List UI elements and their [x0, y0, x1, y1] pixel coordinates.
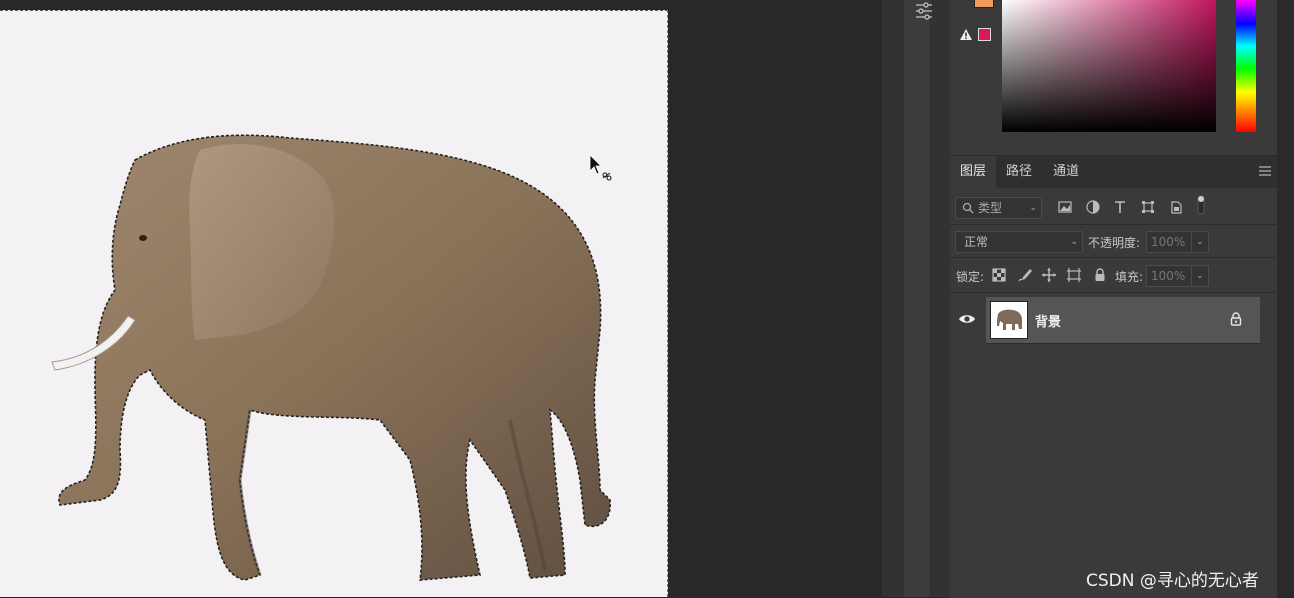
canvas-area[interactable]	[0, 0, 882, 597]
layer-filter-row: 类型 ⌄	[950, 190, 1277, 225]
opacity-value: 100%	[1151, 235, 1186, 249]
blend-mode-select[interactable]: 正常 ⌄	[955, 231, 1083, 253]
lock-row: 锁定: 填充: 100% ⌄	[950, 258, 1277, 293]
hue-slider[interactable]	[1236, 0, 1256, 132]
foreground-color-swatch[interactable]	[974, 0, 994, 8]
chevron-down-icon: ⌄	[1070, 237, 1078, 247]
type-layer-filter-icon[interactable]	[1112, 199, 1128, 215]
filter-type-select[interactable]: 类型 ⌄	[955, 197, 1042, 219]
layers-panel: 图层 路径 通道 类型 ⌄ 正常 ⌄ 不透明度: 100% ⌄ 锁定: 填充: …	[950, 155, 1277, 598]
chevron-down-icon: ⌄	[1029, 203, 1037, 213]
adjustments-icon[interactable]	[912, 0, 936, 22]
tab-paths[interactable]: 路径	[996, 156, 1042, 188]
lock-position-icon[interactable]	[1041, 267, 1057, 283]
selection-edge-right	[666, 10, 668, 597]
elephant-body	[58, 134, 611, 581]
icon-strip-column	[904, 0, 930, 597]
filter-type-label: 类型	[978, 201, 1003, 215]
window-right-edge	[1277, 0, 1294, 597]
lock-label: 锁定:	[956, 270, 985, 284]
smart-object-filter-icon[interactable]	[1168, 199, 1184, 215]
adjustment-layer-filter-icon[interactable]	[1085, 199, 1101, 215]
gamut-color-swatch[interactable]	[978, 28, 991, 41]
shape-layer-filter-icon[interactable]	[1140, 199, 1156, 215]
watermark-text: CSDN @寻心的无心者	[1086, 571, 1259, 591]
blend-mode-value: 正常	[964, 235, 989, 249]
saturation-value-field[interactable]	[1002, 0, 1216, 132]
search-icon	[962, 202, 974, 214]
blend-mode-row: 正常 ⌄ 不透明度: 100% ⌄	[950, 225, 1277, 258]
chevron-down-icon: ⌄	[1196, 237, 1204, 247]
gamut-warning-icon[interactable]	[959, 28, 973, 41]
opacity-dropdown-button[interactable]: ⌄	[1191, 231, 1209, 253]
opacity-label: 不透明度:	[1088, 236, 1141, 250]
panel-icon-strip	[882, 0, 950, 597]
panel-menu-icon[interactable]	[1259, 166, 1271, 176]
lock-artboard-icon[interactable]	[1066, 267, 1082, 283]
layers-tab-bar: 图层 路径 通道	[950, 156, 1277, 188]
lock-image-pixels-icon[interactable]	[1017, 267, 1033, 283]
right-panels: 图层 路径 通道 类型 ⌄ 正常 ⌄ 不透明度: 100% ⌄ 锁定: 填充: …	[950, 0, 1277, 598]
layer-thumbnail	[990, 301, 1028, 339]
lock-transparent-pixels-icon[interactable]	[991, 267, 1007, 283]
tab-channels[interactable]: 通道	[1042, 156, 1090, 188]
fill-value: 100%	[1151, 269, 1186, 283]
lock-all-icon[interactable]	[1092, 267, 1108, 283]
fill-input[interactable]: 100%	[1146, 265, 1192, 287]
tab-layers[interactable]: 图层	[950, 156, 996, 188]
opacity-input[interactable]: 100%	[1146, 231, 1192, 253]
elephant-eye	[139, 235, 147, 241]
fill-label: 填充:	[1115, 270, 1144, 284]
chevron-down-icon: ⌄	[1196, 271, 1204, 281]
layer-row-background[interactable]: 背景	[986, 297, 1260, 344]
color-picker-panel	[950, 0, 1277, 150]
eye-icon[interactable]	[958, 313, 976, 325]
selection-edge-top	[0, 10, 668, 13]
document-canvas[interactable]	[0, 10, 668, 597]
layer-name[interactable]: 背景	[1035, 311, 1061, 330]
cursor-icon	[589, 154, 612, 181]
layer-lock-icon[interactable]	[1230, 312, 1242, 326]
elephant-thumbnail-image	[994, 309, 1022, 330]
filter-toggle-icon[interactable]	[1196, 194, 1206, 216]
pixel-layer-filter-icon[interactable]	[1057, 199, 1073, 215]
elephant-image	[51, 134, 611, 581]
fill-dropdown-button[interactable]: ⌄	[1191, 265, 1209, 287]
